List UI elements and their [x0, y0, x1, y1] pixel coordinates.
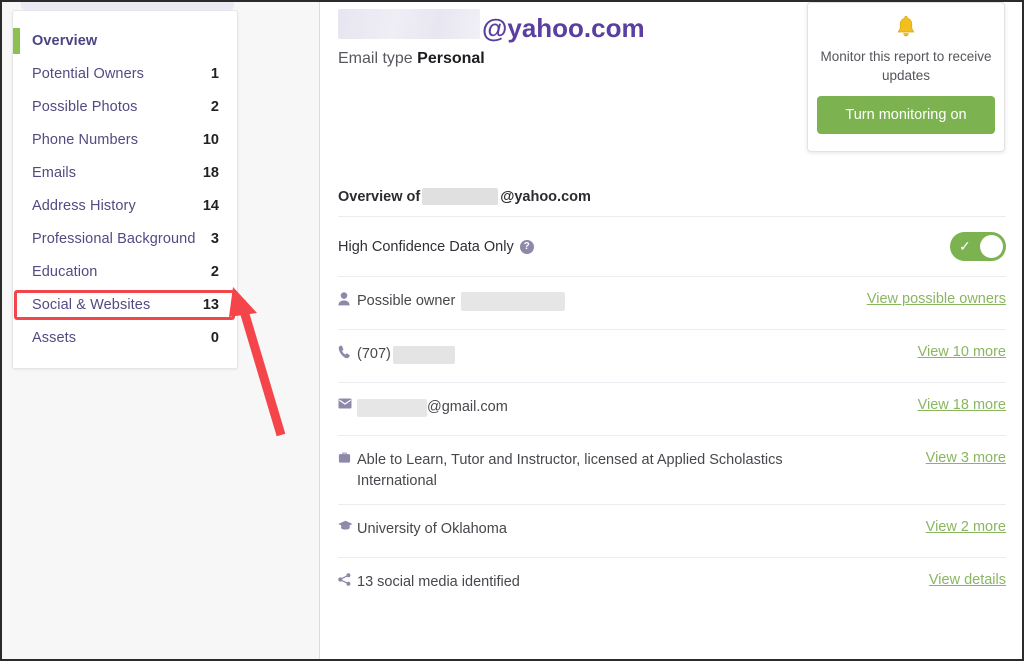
row-text: Able to Learn, Tutor and Instructor, lic… — [357, 452, 783, 489]
row-content: Possible owner — [338, 289, 867, 312]
sidebar-item-count: 14 — [202, 197, 219, 214]
monitor-card-message: Monitor this report to receive updates — [820, 49, 992, 83]
sidebar-item-phone-numbers[interactable]: Phone Numbers 10 — [13, 123, 237, 156]
email-type-value: Personal — [417, 50, 485, 67]
row-label: (707) — [357, 346, 391, 362]
overview-row-email: @gmail.com View 18 more — [338, 382, 1006, 435]
overview-title-prefix: Overview of — [338, 188, 421, 205]
toggle-knob — [980, 235, 1003, 258]
overview-title-suffix: @yahoo.com — [500, 188, 591, 205]
row-content: Able to Learn, Tutor and Instructor, lic… — [338, 448, 926, 492]
redacted-email-local-part — [338, 9, 480, 39]
email-type-label: Email type — [338, 50, 413, 67]
phone-icon — [338, 344, 357, 359]
monitor-report-card: Monitor this report to receive updates T… — [807, 2, 1005, 152]
row-text: @gmail.com — [357, 397, 508, 418]
sidebar-item-label: Professional Background — [32, 230, 196, 247]
toggle-label-group: High Confidence Data Only ? — [338, 239, 534, 255]
sidebar-item-count: 0 — [210, 329, 219, 346]
sidebar-item-label: Assets — [32, 329, 77, 346]
sidebar-item-label: Overview — [32, 32, 98, 49]
turn-monitoring-on-button[interactable]: Turn monitoring on — [817, 96, 995, 134]
toggle-label: High Confidence Data Only — [338, 238, 514, 255]
redacted-email-local-part — [422, 188, 499, 205]
sidebar-item-count: 13 — [202, 296, 219, 313]
sidebar-item-assets[interactable]: Assets 0 — [13, 321, 237, 354]
check-icon: ✓ — [959, 238, 971, 254]
sidebar-nav-card: Overview Potential Owners 1 Possible Pho… — [12, 10, 238, 369]
sidebar-item-count: 2 — [210, 98, 219, 115]
sidebar-top-bar — [21, 2, 234, 10]
redacted-owner-name — [461, 292, 566, 311]
sidebar-item-label: Possible Photos — [32, 98, 138, 115]
overview-row-education: University of Oklahoma View 2 more — [338, 504, 1006, 557]
view-possible-owners-link[interactable]: View possible owners — [867, 289, 1006, 307]
sidebar-item-count: 2 — [210, 263, 219, 280]
sidebar-item-count: 10 — [202, 131, 219, 148]
active-accent-bar — [13, 28, 20, 54]
redacted-phone-number — [392, 345, 455, 364]
redacted-email-local-part — [357, 398, 427, 417]
row-content: (707) — [338, 342, 918, 365]
sidebar-item-label: Phone Numbers — [32, 131, 139, 148]
briefcase-icon — [338, 450, 357, 464]
main-panel: @yahoo.com Email type Personal Monitor t… — [321, 2, 1022, 659]
page-title-email: @yahoo.com — [338, 7, 645, 44]
sidebar-item-count: 3 — [210, 230, 219, 247]
bell-icon — [808, 15, 1004, 45]
row-label: @gmail.com — [427, 399, 508, 415]
sidebar-item-address-history[interactable]: Address History 14 — [13, 189, 237, 222]
row-content: 13 social media identified — [338, 570, 929, 593]
row-label: Possible owner — [357, 293, 456, 309]
overview-rows-list: High Confidence Data Only ? ✓ Possible o… — [338, 216, 1006, 610]
sidebar-item-label: Address History — [32, 197, 136, 214]
view-10-more-link[interactable]: View 10 more — [918, 342, 1006, 360]
high-confidence-toggle-row: High Confidence Data Only ? ✓ — [338, 216, 1006, 276]
sidebar-item-label: Social & Websites — [32, 296, 151, 313]
overview-row-possible-owner: Possible owner View possible owners — [338, 276, 1006, 329]
row-text: Possible owner — [357, 291, 566, 312]
sidebar-item-overview[interactable]: Overview — [13, 24, 237, 57]
sidebar-item-potential-owners[interactable]: Potential Owners 1 — [13, 57, 237, 90]
view-18-more-link[interactable]: View 18 more — [918, 395, 1006, 413]
graduation-cap-icon — [338, 519, 357, 531]
email-domain: @yahoo.com — [482, 13, 645, 43]
email-type-line: Email type Personal — [338, 50, 485, 68]
person-icon — [338, 291, 357, 306]
sidebar-item-count: 18 — [202, 164, 219, 181]
sidebar-item-count: 1 — [210, 65, 219, 82]
sidebar-item-emails[interactable]: Emails 18 — [13, 156, 237, 189]
envelope-icon — [338, 397, 357, 409]
sidebar-item-label: Potential Owners — [32, 65, 145, 82]
view-2-more-link[interactable]: View 2 more — [926, 517, 1006, 535]
sidebar-item-label: Emails — [32, 164, 77, 181]
question-mark-icon[interactable]: ? — [519, 239, 534, 254]
left-sidebar-column: Overview Potential Owners 1 Possible Pho… — [2, 2, 320, 659]
view-3-more-link[interactable]: View 3 more — [926, 448, 1006, 466]
row-text: 13 social media identified — [357, 574, 520, 590]
overview-row-phone: (707) View 10 more — [338, 329, 1006, 382]
sidebar-item-professional-background[interactable]: Professional Background 3 — [13, 222, 237, 255]
row-text: University of Oklahoma — [357, 521, 507, 537]
row-content: University of Oklahoma — [338, 517, 926, 540]
overview-row-professional-background: Able to Learn, Tutor and Instructor, lic… — [338, 435, 1006, 504]
overview-section-title: Overview of @yahoo.com — [338, 188, 591, 205]
view-details-link[interactable]: View details — [929, 570, 1006, 588]
row-content: @gmail.com — [338, 395, 918, 418]
sidebar-item-education[interactable]: Education 2 — [13, 255, 237, 288]
overview-row-social: 13 social media identified View details — [338, 557, 1006, 610]
row-text: (707) — [357, 344, 455, 365]
share-icon — [338, 572, 357, 586]
high-confidence-toggle[interactable]: ✓ — [950, 232, 1006, 261]
sidebar-item-social-and-websites[interactable]: Social & Websites 13 — [13, 288, 237, 321]
sidebar-item-label: Education — [32, 263, 98, 280]
sidebar-item-possible-photos[interactable]: Possible Photos 2 — [13, 90, 237, 123]
page-frame: Overview Potential Owners 1 Possible Pho… — [0, 0, 1024, 661]
